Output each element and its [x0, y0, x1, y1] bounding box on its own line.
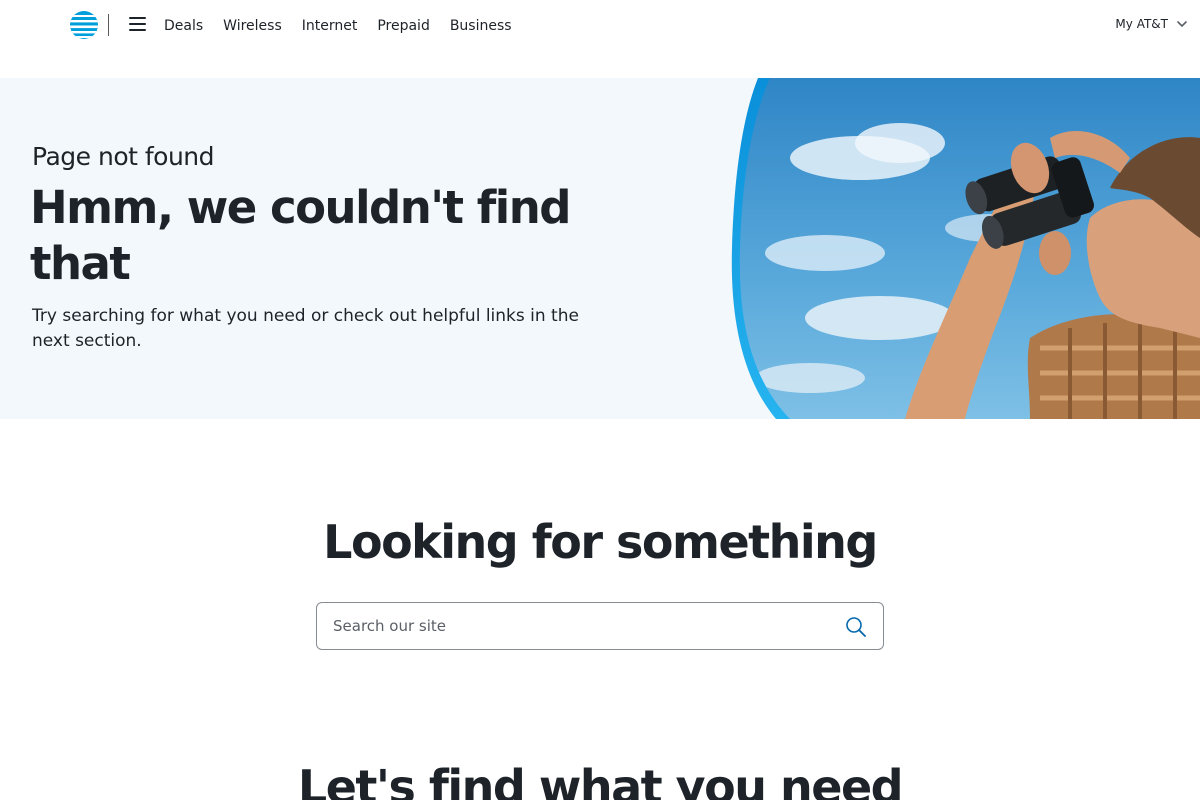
nav-link-deals[interactable]: Deals	[164, 18, 203, 34]
main-nav: Deals Wireless Internet Prepaid Business	[164, 18, 532, 34]
woman-with-binoculars-photo	[731, 78, 1200, 419]
search-section-title: Looking for something	[323, 515, 878, 569]
att-globe-logo[interactable]	[70, 11, 98, 39]
search-box	[316, 602, 884, 650]
nav-link-wireless[interactable]: Wireless	[223, 18, 282, 34]
nav-link-business[interactable]: Business	[450, 18, 512, 34]
nav-link-prepaid[interactable]: Prepaid	[377, 18, 430, 34]
page-title: Hmm, we couldn't find that	[30, 181, 571, 290]
site-header: Deals Wireless Internet Prepaid Business…	[0, 0, 1200, 78]
my-att-menu[interactable]: My AT&T	[1115, 17, 1188, 31]
nav-link-internet[interactable]: Internet	[302, 18, 358, 34]
hamburger-menu-icon[interactable]	[129, 17, 146, 31]
hero-description: Try searching for what you need or check…	[32, 306, 579, 351]
search-icon[interactable]	[845, 616, 867, 638]
my-att-label: My AT&T	[1115, 17, 1168, 31]
page-eyebrow: Page not found	[32, 142, 215, 171]
search-input[interactable]	[333, 603, 813, 649]
links-section-title: Let's find what you need	[297, 760, 904, 800]
hero-banner: Page not found Hmm, we couldn't find tha…	[0, 78, 1200, 419]
header-divider	[108, 14, 109, 36]
chevron-down-icon	[1177, 21, 1187, 28]
